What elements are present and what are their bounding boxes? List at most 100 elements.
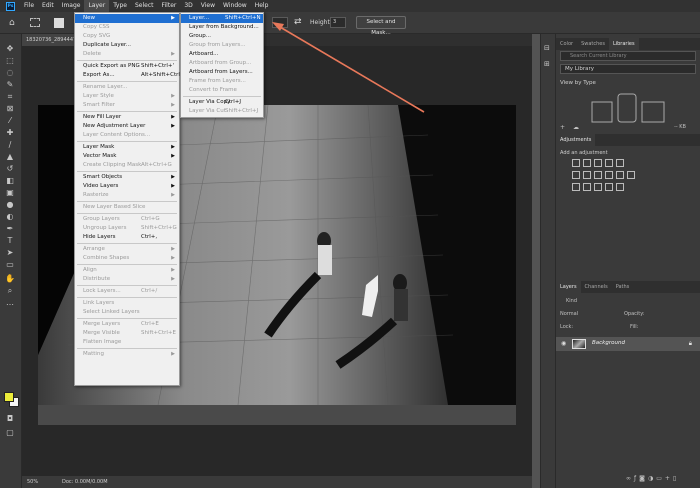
- layer-kind-filter[interactable]: Kind: [560, 297, 696, 306]
- tab-layers[interactable]: Layers: [556, 281, 581, 293]
- menu-item[interactable]: Smart Filter ▶: [75, 101, 179, 110]
- menu-item[interactable]: Align ▶: [75, 266, 179, 275]
- invert-icon[interactable]: [572, 183, 580, 191]
- path-select-icon[interactable]: ➤: [4, 248, 16, 257]
- gradient-icon[interactable]: ▣: [4, 188, 16, 197]
- select-and-mask-button[interactable]: Select and Mask...: [356, 16, 406, 36]
- more-tools-icon[interactable]: …: [4, 298, 16, 307]
- menu-view[interactable]: View: [197, 0, 219, 12]
- menu-select[interactable]: Select: [131, 0, 158, 12]
- menu-layer[interactable]: Layer: [84, 0, 110, 12]
- menu-item[interactable]: Layer from Background...: [181, 23, 263, 32]
- lasso-icon[interactable]: ◌: [4, 68, 16, 77]
- brush-icon[interactable]: ∕: [4, 140, 16, 149]
- menu-item[interactable]: Export As... Alt+Shift+Ctrl+': [75, 71, 186, 80]
- menu-item[interactable]: Select Linked Layers: [75, 308, 179, 317]
- menu-item[interactable]: Ungroup Layers Shift+Ctrl+G: [75, 224, 179, 233]
- gradient-map-icon[interactable]: [605, 183, 613, 191]
- foreground-color-swatch[interactable]: [4, 392, 14, 402]
- link-icon[interactable]: ∞: [626, 475, 634, 482]
- menu-help[interactable]: Help: [251, 0, 273, 12]
- menu-item[interactable]: Artboard from Group...: [181, 59, 263, 68]
- menu-3d[interactable]: 3D: [180, 0, 196, 12]
- menu-window[interactable]: Window: [219, 0, 251, 12]
- quick-select-icon[interactable]: ✎: [4, 80, 16, 89]
- mask-icon[interactable]: ◙: [639, 475, 648, 482]
- menu-item[interactable]: Distribute ▶: [75, 275, 179, 284]
- add-asset-icon[interactable]: +: [560, 124, 565, 131]
- move-tool-icon[interactable]: ✥: [4, 44, 16, 53]
- history-icon[interactable]: ⊟: [544, 44, 550, 52]
- menu-item[interactable]: Rename Layer...: [75, 83, 179, 92]
- zoom-level[interactable]: 50%: [27, 476, 38, 488]
- marquee-icon[interactable]: ⬚: [4, 56, 16, 65]
- frame-icon[interactable]: ⊠: [4, 104, 16, 113]
- menu-item[interactable]: Copy CSS: [75, 23, 179, 32]
- bw-icon[interactable]: [594, 171, 602, 179]
- menu-item[interactable]: Convert to Frame: [181, 86, 263, 95]
- menu-item[interactable]: Artboard from Layers...: [181, 68, 263, 77]
- menu-edit[interactable]: Edit: [38, 0, 58, 12]
- screen-mode-icon[interactable]: ▢: [4, 428, 16, 437]
- menu-item[interactable]: New ▶: [75, 14, 179, 23]
- menu-item[interactable]: Smart Objects ▶: [75, 173, 179, 182]
- tab-adjustments[interactable]: Adjustments: [556, 134, 596, 146]
- menu-item[interactable]: Layer Via Copy Ctrl+J: [181, 98, 263, 107]
- menu-item[interactable]: Layer Via Cut Shift+Ctrl+J: [181, 107, 263, 116]
- trash-icon[interactable]: ▯: [673, 475, 679, 482]
- zoom-icon[interactable]: ⌕: [4, 286, 16, 295]
- menu-image[interactable]: Image: [58, 0, 85, 12]
- exposure-icon[interactable]: [605, 159, 613, 167]
- tab-channels[interactable]: Channels: [581, 281, 612, 293]
- tab-paths[interactable]: Paths: [612, 281, 634, 293]
- menu-item[interactable]: New Layer Based Slice: [75, 203, 179, 212]
- stamp-icon[interactable]: ▲: [4, 152, 16, 161]
- history-brush-icon[interactable]: ↺: [4, 164, 16, 173]
- rectangle-icon[interactable]: ▭: [4, 260, 16, 269]
- selective-color-icon[interactable]: [616, 183, 624, 191]
- menu-filter[interactable]: Filter: [158, 0, 181, 12]
- menu-item[interactable]: Vector Mask ▶: [75, 152, 179, 161]
- healing-icon[interactable]: ✚: [4, 128, 16, 137]
- menu-item[interactable]: Flatten Image: [75, 338, 179, 347]
- menu-item[interactable]: New Fill Layer ▶: [75, 113, 179, 122]
- vibrance-icon[interactable]: [616, 159, 624, 167]
- eraser-icon[interactable]: ◧: [4, 176, 16, 185]
- crop-icon[interactable]: ⌗: [4, 92, 16, 101]
- menu-item[interactable]: Lock Layers... Ctrl+/: [75, 287, 179, 296]
- new-selection-icon[interactable]: [54, 18, 64, 28]
- menu-item[interactable]: Create Clipping Mask Alt+Ctrl+G: [75, 161, 179, 170]
- layer-row-background[interactable]: ◉ Background 🔒︎: [556, 337, 700, 351]
- photo-filter-icon[interactable]: [605, 171, 613, 179]
- menu-item[interactable]: Duplicate Layer...: [75, 41, 179, 50]
- menu-item[interactable]: Rasterize ▶: [75, 191, 179, 200]
- eye-icon[interactable]: ◉: [561, 340, 566, 347]
- menu-item[interactable]: Matting ▶: [75, 350, 179, 359]
- eyedropper-icon[interactable]: ⁄: [4, 116, 16, 125]
- marquee-tool-icon[interactable]: [30, 18, 40, 27]
- menu-item[interactable]: Group...: [181, 32, 263, 41]
- properties-icon[interactable]: ⊞: [544, 60, 550, 68]
- channel-mixer-icon[interactable]: [616, 171, 624, 179]
- menu-item[interactable]: Layer Style ▶: [75, 92, 179, 101]
- lock-icon[interactable]: 🔒︎: [689, 340, 692, 348]
- dodge-icon[interactable]: ◐: [4, 212, 16, 221]
- menu-item[interactable]: Group from Layers...: [181, 41, 263, 50]
- menu-item[interactable]: Link Layers: [75, 299, 179, 308]
- menu-item[interactable]: Group Layers Ctrl+G: [75, 215, 179, 224]
- menu-item[interactable]: Copy SVG: [75, 32, 179, 41]
- menu-item[interactable]: Layer Mask ▶: [75, 143, 179, 152]
- menu-item[interactable]: Merge Visible Shift+Ctrl+E: [75, 329, 179, 338]
- width-input[interactable]: [272, 17, 288, 28]
- menu-item[interactable]: Arrange ▶: [75, 245, 179, 254]
- menu-item[interactable]: Layer... Shift+Ctrl+N: [181, 14, 263, 23]
- color-lookup-icon[interactable]: [627, 171, 635, 179]
- new-layer-icon[interactable]: +: [665, 475, 673, 482]
- blur-icon[interactable]: ●: [4, 200, 16, 209]
- quick-mask-icon[interactable]: ◘: [4, 414, 16, 423]
- menu-type[interactable]: Type: [109, 0, 131, 12]
- tab-libraries[interactable]: Libraries: [608, 38, 639, 50]
- menu-item[interactable]: Hide Layers Ctrl+,: [75, 233, 179, 242]
- menu-item[interactable]: New Adjustment Layer ▶: [75, 122, 179, 131]
- view-by-type-select[interactable]: View by Type: [560, 80, 596, 86]
